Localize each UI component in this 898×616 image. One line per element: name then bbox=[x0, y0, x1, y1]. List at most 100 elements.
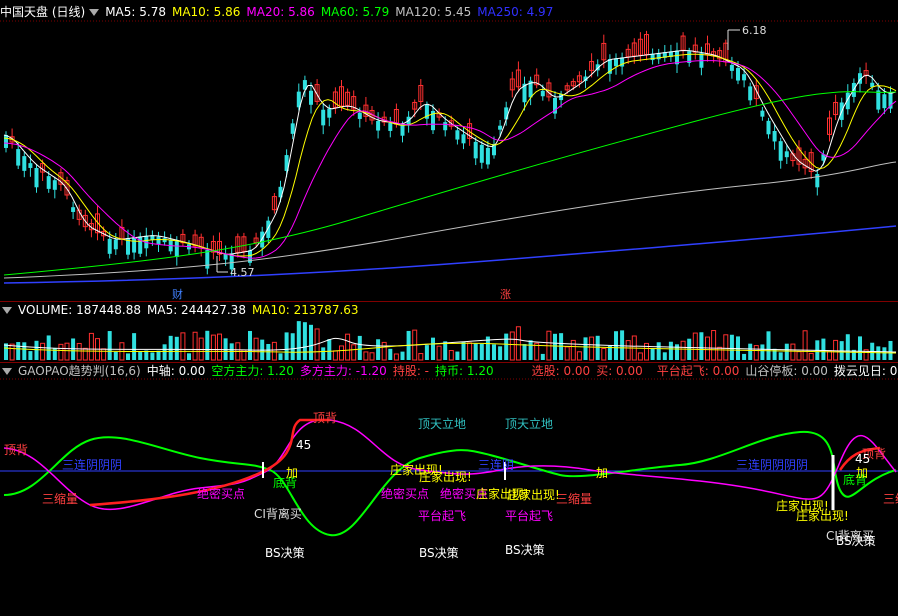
candle-body bbox=[376, 121, 381, 131]
volume-layer bbox=[3, 321, 897, 361]
volume-bar bbox=[625, 340, 631, 361]
ann-shrink-1: 三缩量 bbox=[42, 492, 79, 506]
high-price-label: 6.18 bbox=[742, 24, 767, 37]
volume-bar bbox=[436, 345, 442, 361]
ma10-line bbox=[3, 53, 897, 257]
candle-body bbox=[223, 254, 228, 260]
marker-zhang[interactable]: 涨 bbox=[500, 288, 511, 301]
volume-bar bbox=[339, 345, 344, 361]
volume-bar bbox=[424, 345, 429, 360]
candle-body bbox=[16, 149, 21, 166]
candle-body bbox=[174, 241, 179, 258]
candle-body bbox=[760, 110, 765, 117]
volume-bar bbox=[192, 331, 198, 361]
ann-dealer-2: 庄家出现! bbox=[419, 470, 472, 484]
volume-bar bbox=[28, 351, 33, 360]
volume-bar bbox=[729, 334, 734, 360]
volume-bar bbox=[217, 333, 222, 361]
candle-body bbox=[138, 236, 143, 254]
volume-bar bbox=[570, 339, 576, 361]
candle-body bbox=[260, 231, 265, 248]
volume-bar bbox=[492, 344, 496, 360]
volume-bar bbox=[589, 336, 595, 361]
candle-body bbox=[28, 163, 33, 168]
volume-bar bbox=[705, 336, 710, 361]
candle-body bbox=[772, 131, 777, 142]
volume-bar bbox=[381, 341, 387, 361]
volume-bar bbox=[790, 343, 796, 361]
volume-bar bbox=[58, 343, 64, 361]
volume-bar bbox=[278, 353, 283, 360]
candle-body bbox=[400, 124, 405, 136]
candle-body bbox=[290, 123, 295, 134]
volume-bar bbox=[284, 332, 289, 360]
ann-add-2: 加 bbox=[596, 466, 609, 480]
candle-body bbox=[498, 125, 503, 130]
candle-body bbox=[132, 237, 137, 253]
candle-body bbox=[479, 144, 484, 163]
volume-bar bbox=[509, 331, 515, 361]
ann-top-back-1: 顶背 bbox=[4, 443, 29, 457]
ann-45-1: 45 bbox=[296, 438, 312, 452]
candle-body bbox=[327, 108, 332, 118]
volume-bar bbox=[248, 330, 252, 360]
volume-bar bbox=[607, 345, 612, 360]
volume-bar bbox=[784, 343, 789, 360]
candle-body bbox=[4, 135, 8, 148]
volume-bar bbox=[583, 337, 588, 360]
volume-bar bbox=[126, 353, 130, 360]
volume-bar bbox=[455, 351, 460, 360]
volume-bar bbox=[132, 333, 137, 360]
volume-bar bbox=[88, 332, 94, 361]
candle-body bbox=[22, 156, 27, 171]
ann-bs-2: BS决策 bbox=[419, 546, 459, 560]
ann-add-1: 加 bbox=[286, 466, 299, 480]
volume-bar bbox=[418, 353, 424, 361]
candle-body bbox=[156, 236, 161, 245]
candle-body bbox=[455, 130, 460, 140]
volume-bar bbox=[461, 341, 466, 360]
marker-cai[interactable]: 财 bbox=[172, 287, 183, 301]
candle-body bbox=[882, 94, 887, 109]
volume-bar bbox=[675, 344, 679, 360]
ann-dealer-4: 庄家出现! bbox=[507, 488, 560, 502]
candle-body bbox=[766, 120, 771, 135]
volume-bar bbox=[400, 351, 405, 360]
volume-bar bbox=[376, 339, 381, 360]
candle-body bbox=[729, 64, 734, 71]
volume-bar bbox=[796, 351, 802, 361]
volume-bar bbox=[650, 348, 655, 360]
ann-bs-1: BS决策 bbox=[265, 546, 305, 560]
volume-bar bbox=[802, 330, 808, 361]
candle-body bbox=[748, 86, 753, 101]
ann-sky-1: 顶天立地 bbox=[418, 417, 467, 431]
volume-bar bbox=[644, 342, 649, 361]
ann-platform-1: 平台起飞 bbox=[418, 509, 467, 523]
candle-body bbox=[485, 147, 490, 165]
volume-bar bbox=[321, 347, 326, 360]
volume-bar bbox=[138, 352, 143, 360]
candle-body bbox=[461, 134, 466, 144]
volume-bar bbox=[16, 342, 21, 360]
volume-bar bbox=[309, 324, 313, 360]
candle-body bbox=[321, 109, 326, 126]
volume-bar bbox=[363, 351, 369, 361]
volume-bar bbox=[345, 333, 351, 361]
volume-bar bbox=[443, 341, 448, 360]
volume-bar bbox=[22, 342, 27, 360]
ann-top-back-2: 顶背 bbox=[313, 411, 338, 425]
volume-bar bbox=[327, 339, 332, 360]
ann-shrink-3: 三缩量 bbox=[883, 492, 898, 506]
candle-body bbox=[736, 68, 740, 81]
volume-bar bbox=[553, 333, 557, 360]
volume-bar bbox=[448, 350, 454, 361]
candle-body bbox=[113, 239, 118, 250]
ann-platform-2: 平台起飞 bbox=[505, 509, 554, 523]
volume-bar bbox=[431, 337, 435, 360]
volume-bar bbox=[332, 350, 338, 361]
volume-bar bbox=[101, 348, 107, 361]
candle-body bbox=[504, 107, 509, 120]
volume-bar bbox=[150, 352, 155, 360]
volume-bar bbox=[168, 335, 173, 360]
volume-bar bbox=[253, 337, 259, 361]
